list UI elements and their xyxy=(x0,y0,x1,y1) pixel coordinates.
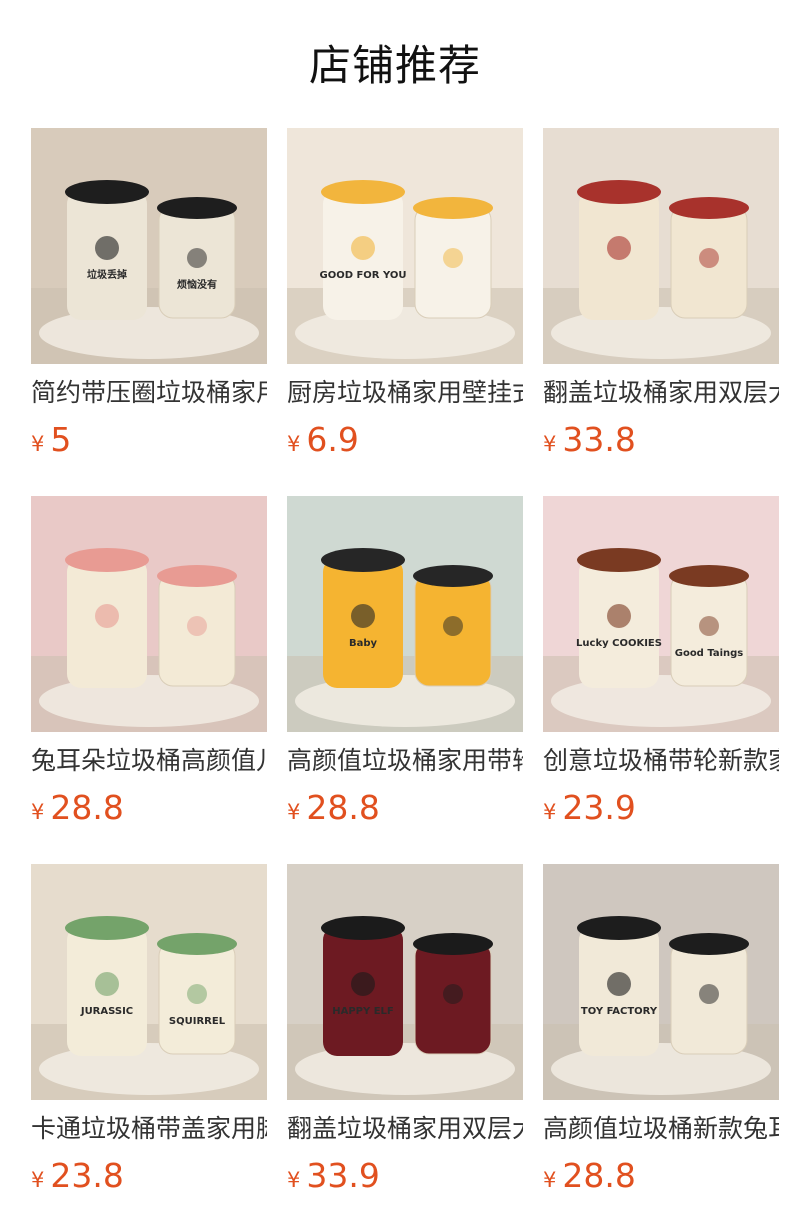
product-name[interactable]: 简约带压圈垃圾桶家用 xyxy=(31,376,267,410)
svg-text:GOOD FOR YOU: GOOD FOR YOU xyxy=(319,270,406,281)
product-name[interactable]: 高颜值垃圾桶新款兔耳朵 xyxy=(543,1112,779,1146)
currency-symbol: ¥ xyxy=(543,800,557,824)
product-price: ¥23.9 xyxy=(543,788,779,828)
currency-symbol: ¥ xyxy=(287,800,301,824)
product-image[interactable]: HAPPY ELF xyxy=(287,864,523,1100)
product-price: ¥33.8 xyxy=(543,420,779,460)
price-value: 28.8 xyxy=(306,788,380,827)
product-image[interactable] xyxy=(31,496,267,732)
price-value: 28.8 xyxy=(50,788,124,827)
price-value: 5 xyxy=(50,420,72,459)
svg-text:Lucky COOKIES: Lucky COOKIES xyxy=(576,638,662,649)
product-price: ¥6.9 xyxy=(287,420,523,460)
svg-text:烦恼没有: 烦恼没有 xyxy=(177,278,217,291)
product-price: ¥28.8 xyxy=(543,1156,779,1196)
product-card[interactable]: Lucky COOKIES Good Taings 创意垃圾桶带轮新款家用 ¥23.9 xyxy=(543,496,779,828)
product-price: ¥28.8 xyxy=(287,788,523,828)
product-price: ¥28.8 xyxy=(31,788,267,828)
product-name[interactable]: 高颜值垃圾桶家用带轮 xyxy=(287,744,523,778)
product-grid: 垃圾丢掉烦恼没有简约带压圈垃圾桶家用 ¥5 GOOD FOR YOU 厨房垃圾桶家用壁… xyxy=(0,0,790,1232)
product-name[interactable]: 卡通垃圾桶带盖家用脚踏 xyxy=(31,1112,267,1146)
product-name[interactable]: 兔耳朵垃圾桶高颜值儿童 xyxy=(31,744,267,778)
product-image[interactable]: TOY FACTORY xyxy=(543,864,779,1100)
svg-text:Baby: Baby xyxy=(349,638,378,649)
currency-symbol: ¥ xyxy=(31,800,45,824)
svg-text:SQUIRREL: SQUIRREL xyxy=(169,1016,226,1027)
product-price: ¥33.9 xyxy=(287,1156,523,1196)
product-price: ¥23.8 xyxy=(31,1156,267,1196)
product-card[interactable]: GOOD FOR YOU 厨房垃圾桶家用壁挂式 ¥6.9 xyxy=(287,128,523,460)
product-image[interactable]: 垃圾丢掉烦恼没有 xyxy=(31,128,267,364)
price-value: 33.9 xyxy=(306,1156,380,1195)
product-image[interactable]: Lucky COOKIES Good Taings xyxy=(543,496,779,732)
price-value: 6.9 xyxy=(306,420,359,459)
currency-symbol: ¥ xyxy=(31,432,45,456)
product-card[interactable]: JURASSIC SQUIRREL 卡通垃圾桶带盖家用脚踏 ¥23.8 xyxy=(31,864,267,1196)
price-value: 23.9 xyxy=(562,788,636,827)
product-image[interactable] xyxy=(543,128,779,364)
product-image[interactable]: JURASSIC SQUIRREL xyxy=(31,864,267,1100)
price-value: 23.8 xyxy=(50,1156,124,1195)
product-image[interactable]: GOOD FOR YOU xyxy=(287,128,523,364)
product-name[interactable]: 翻盖垃圾桶家用双层大容量 xyxy=(543,376,779,410)
price-value: 33.8 xyxy=(562,420,636,459)
product-price: ¥5 xyxy=(31,420,267,460)
product-card[interactable]: 垃圾丢掉烦恼没有简约带压圈垃圾桶家用 ¥5 xyxy=(31,128,267,460)
product-image[interactable]: Baby xyxy=(287,496,523,732)
svg-text:HAPPY ELF: HAPPY ELF xyxy=(332,1006,394,1017)
currency-symbol: ¥ xyxy=(287,1168,301,1192)
svg-text:TOY FACTORY: TOY FACTORY xyxy=(581,1006,658,1017)
currency-symbol: ¥ xyxy=(287,432,301,456)
product-card[interactable]: TOY FACTORY 高颜值垃圾桶新款兔耳朵 ¥28.8 xyxy=(543,864,779,1196)
product-card[interactable]: 兔耳朵垃圾桶高颜值儿童 ¥28.8 xyxy=(31,496,267,828)
currency-symbol: ¥ xyxy=(31,1168,45,1192)
svg-text:Good Taings: Good Taings xyxy=(675,648,744,659)
svg-text:JURASSIC: JURASSIC xyxy=(80,1006,133,1017)
price-value: 28.8 xyxy=(562,1156,636,1195)
svg-text:垃圾丢掉: 垃圾丢掉 xyxy=(87,268,127,281)
product-card[interactable]: 翻盖垃圾桶家用双层大容量 ¥33.8 xyxy=(543,128,779,460)
product-card[interactable]: Baby 高颜值垃圾桶家用带轮 ¥28.8 xyxy=(287,496,523,828)
currency-symbol: ¥ xyxy=(543,1168,557,1192)
product-name[interactable]: 创意垃圾桶带轮新款家用 xyxy=(543,744,779,778)
product-card[interactable]: HAPPY ELF 翻盖垃圾桶家用双层大号 ¥33.9 xyxy=(287,864,523,1196)
product-name[interactable]: 厨房垃圾桶家用壁挂式 xyxy=(287,376,523,410)
product-name[interactable]: 翻盖垃圾桶家用双层大号 xyxy=(287,1112,523,1146)
currency-symbol: ¥ xyxy=(543,432,557,456)
